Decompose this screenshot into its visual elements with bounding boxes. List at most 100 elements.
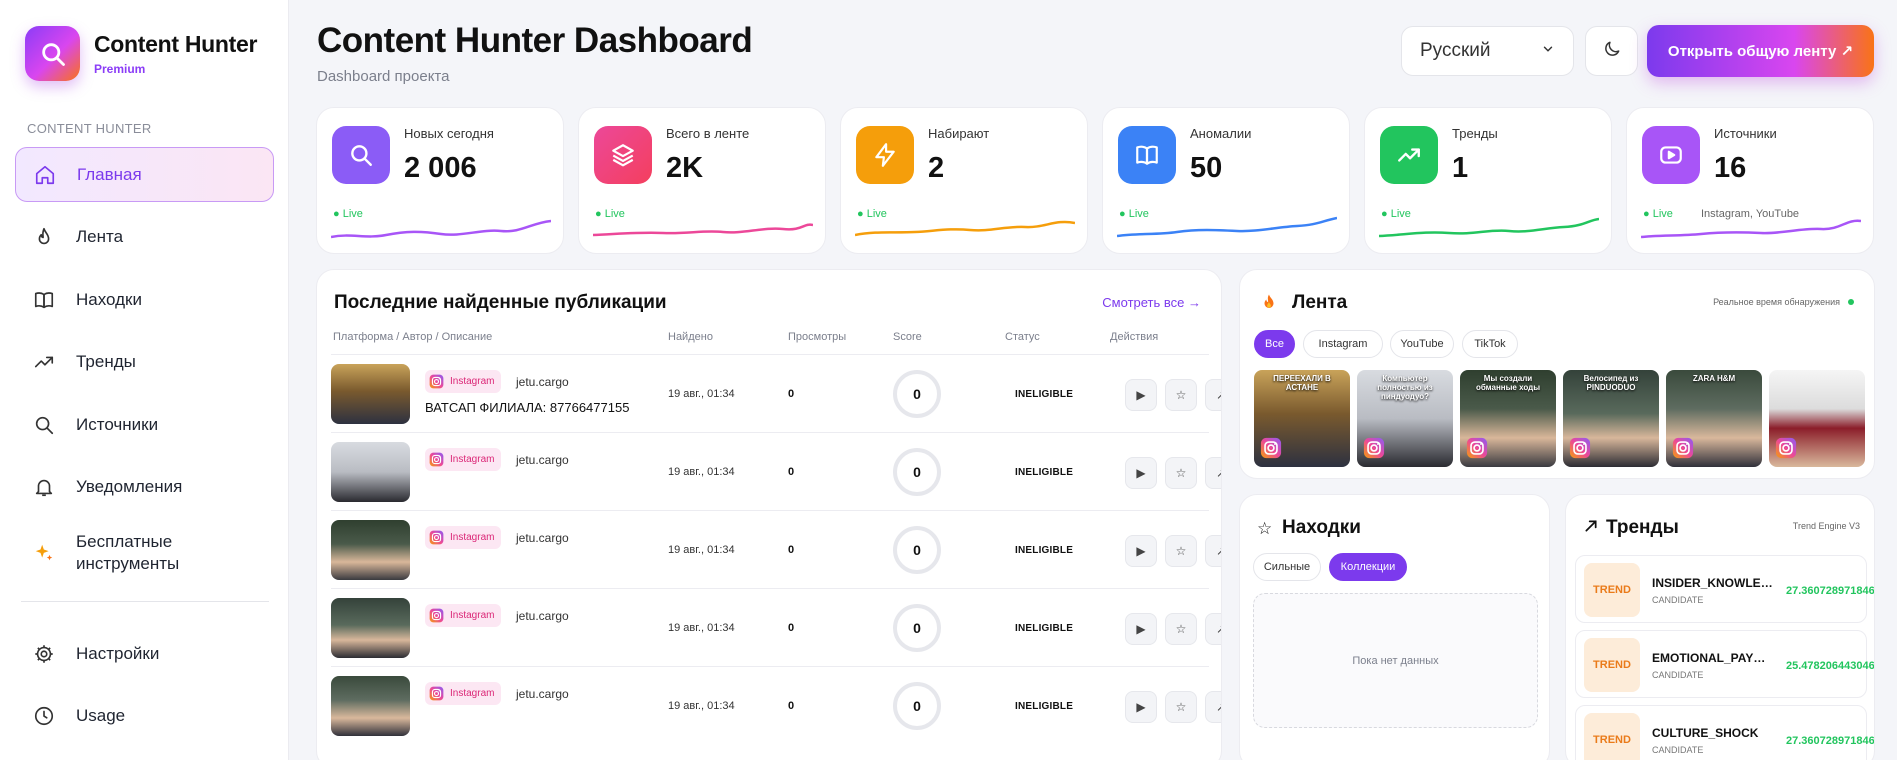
- open-button[interactable]: ↗: [1205, 535, 1221, 567]
- tile-caption: ПЕРЕЕХАЛИ В АСТАНЕ: [1273, 374, 1331, 392]
- stat-card-sources[interactable]: Источники 16 ● Live Instagram, YouTube: [1626, 107, 1874, 254]
- favorite-button[interactable]: ☆: [1165, 613, 1197, 645]
- instagram-icon: [1363, 437, 1385, 459]
- author-name[interactable]: jetu.cargo: [516, 531, 569, 545]
- stat-label: Тренды: [1452, 126, 1498, 141]
- instagram-icon: [429, 374, 444, 389]
- brand[interactable]: Content Hunter Premium: [25, 26, 257, 81]
- sidebar-item-sources[interactable]: Источники: [15, 397, 274, 452]
- tab-collections[interactable]: Коллекции: [1329, 553, 1407, 581]
- filter-instagram[interactable]: Instagram: [1303, 330, 1383, 358]
- author-name[interactable]: jetu.cargo: [516, 609, 569, 623]
- sidebar-item-notifications[interactable]: Уведомления: [15, 460, 274, 515]
- open-button[interactable]: ↗: [1205, 613, 1221, 645]
- favorite-button[interactable]: ☆: [1165, 691, 1197, 723]
- instagram-icon: [429, 686, 444, 701]
- trending-icon: [1583, 518, 1599, 539]
- trend-name: EMOTIONAL_PAYOFF: [1652, 651, 1774, 665]
- open-button[interactable]: ↗: [1205, 691, 1221, 723]
- feed-tile[interactable]: ZARA H&M: [1666, 370, 1762, 467]
- sidebar-item-free-tools[interactable]: Бесплатные инструменты: [15, 522, 274, 584]
- feed-tile[interactable]: [1769, 370, 1865, 467]
- tile-caption: ZARA H&M: [1692, 374, 1736, 383]
- instagram-icon: [1672, 437, 1694, 459]
- sidebar-item-usage[interactable]: Usage: [15, 689, 274, 744]
- views-count: 0: [788, 544, 795, 556]
- tile-caption: Мы создали обманные ходы: [1475, 374, 1541, 392]
- trend-item[interactable]: TREND CULTURE_SHOCK CANDIDATE 27.3607289…: [1575, 705, 1874, 760]
- language-select[interactable]: Русский: [1401, 26, 1574, 76]
- tab-strong[interactable]: Сильные: [1253, 553, 1321, 581]
- finds-empty-state: Пока нет данных: [1253, 593, 1538, 728]
- author-name[interactable]: jetu.cargo: [516, 453, 569, 467]
- book-icon: [32, 288, 56, 312]
- stat-card-new-today[interactable]: Новых сегодня 2 006 ● Live: [316, 107, 564, 254]
- table-row[interactable]: Instagram jetu.cargo 19 авг., 01:34 0 0 …: [331, 432, 1221, 510]
- trend-item[interactable]: TREND EMOTIONAL_PAYOFF CANDIDATE 25.4782…: [1575, 630, 1874, 698]
- play-button[interactable]: ▶: [1125, 613, 1157, 645]
- filter-all[interactable]: Все: [1254, 330, 1295, 358]
- bolt-icon: [856, 126, 914, 184]
- stat-label: Всего в ленте: [666, 126, 750, 141]
- sidebar-item-feed[interactable]: Лента: [15, 210, 274, 265]
- search-icon: [32, 413, 56, 437]
- open-button[interactable]: ↗: [1205, 379, 1221, 411]
- publication-thumbnail[interactable]: [331, 364, 410, 424]
- publication-thumbnail[interactable]: [331, 598, 410, 658]
- favorite-button[interactable]: ☆: [1165, 379, 1197, 411]
- table-row[interactable]: Instagram jetu.cargo 19 авг., 01:34 0 0 …: [331, 588, 1221, 666]
- sidebar-item-home[interactable]: Главная: [15, 147, 274, 202]
- tile-caption: Компьютер полностью из пиндуодуо?: [1377, 374, 1433, 401]
- play-button[interactable]: ▶: [1125, 535, 1157, 567]
- stat-card-gaining[interactable]: Набирают 2 ● Live: [840, 107, 1088, 254]
- status-badge: INELIGIBLE: [1015, 467, 1074, 478]
- table-row[interactable]: Instagram jetu.cargo 19 авг., 01:34 0 0 …: [331, 666, 1221, 744]
- stat-card-total-in-feed[interactable]: Всего в ленте 2K ● Live: [578, 107, 826, 254]
- play-button[interactable]: ▶: [1125, 691, 1157, 723]
- table-row[interactable]: Instagram jetu.cargo 19 авг., 01:34 0 0 …: [331, 510, 1221, 588]
- theme-toggle-button[interactable]: [1585, 26, 1638, 76]
- sidebar-item-label: Источники: [76, 414, 159, 434]
- column-header: Действия: [1110, 331, 1159, 343]
- favorite-button[interactable]: ☆: [1165, 457, 1197, 489]
- see-all-link[interactable]: Смотреть все →: [1102, 295, 1201, 310]
- stat-value: 50: [1190, 152, 1223, 184]
- table-row[interactable]: Instagram jetu.cargo ВАТСАП ФИЛИАЛА: 877…: [331, 354, 1221, 432]
- tile-caption: Велосипед из PINDUODUO: [1583, 374, 1639, 392]
- sidebar-item-settings[interactable]: Настройки: [15, 626, 274, 681]
- bell-icon: [32, 475, 56, 499]
- feed-tile[interactable]: Велосипед из PINDUODUO: [1563, 370, 1659, 467]
- publication-thumbnail[interactable]: [331, 520, 410, 580]
- play-icon: ▶: [1136, 622, 1146, 636]
- open-feed-button[interactable]: Открыть общую ленту ↗: [1647, 25, 1874, 77]
- instagram-icon: [1775, 437, 1797, 459]
- status-badge: INELIGIBLE: [1015, 389, 1074, 400]
- filter-tiktok[interactable]: TikTok: [1462, 330, 1518, 358]
- filter-youtube[interactable]: YouTube: [1390, 330, 1454, 358]
- trend-badge: TREND: [1584, 638, 1640, 692]
- play-button[interactable]: ▶: [1125, 457, 1157, 489]
- trend-item[interactable]: TREND INSIDER_KNOWLEDGE CANDIDATE 27.360…: [1575, 555, 1874, 623]
- views-count: 0: [788, 466, 795, 478]
- feed-tile[interactable]: Мы создали обманные ходы: [1460, 370, 1556, 467]
- sidebar-item-trends[interactable]: Тренды: [15, 335, 274, 390]
- play-button[interactable]: ▶: [1125, 379, 1157, 411]
- finds-title: Находки: [1282, 517, 1361, 538]
- publication-thumbnail[interactable]: [331, 676, 410, 736]
- stat-card-trends[interactable]: Тренды 1 ● Live: [1364, 107, 1612, 254]
- favorite-button[interactable]: ☆: [1165, 535, 1197, 567]
- sidebar-item-finds[interactable]: Находки: [15, 272, 274, 327]
- platform-badge: Instagram: [425, 682, 502, 705]
- page-subtitle: Dashboard проекта: [317, 68, 450, 85]
- feed-title: Лента: [1292, 292, 1348, 313]
- stat-card-anomalies[interactable]: Аномалии 50 ● Live: [1102, 107, 1350, 254]
- instagram-icon: [1466, 437, 1488, 459]
- publication-thumbnail[interactable]: [331, 442, 410, 502]
- author-name[interactable]: jetu.cargo: [516, 375, 569, 389]
- sidebar-item-label: Лента: [76, 227, 124, 246]
- external-link-icon: ↗: [1216, 544, 1221, 558]
- feed-tile[interactable]: ПЕРЕЕХАЛИ В АСТАНЕ: [1254, 370, 1350, 467]
- open-button[interactable]: ↗: [1205, 457, 1221, 489]
- feed-tile[interactable]: Компьютер полностью из пиндуодуо?: [1357, 370, 1453, 467]
- author-name[interactable]: jetu.cargo: [516, 687, 569, 701]
